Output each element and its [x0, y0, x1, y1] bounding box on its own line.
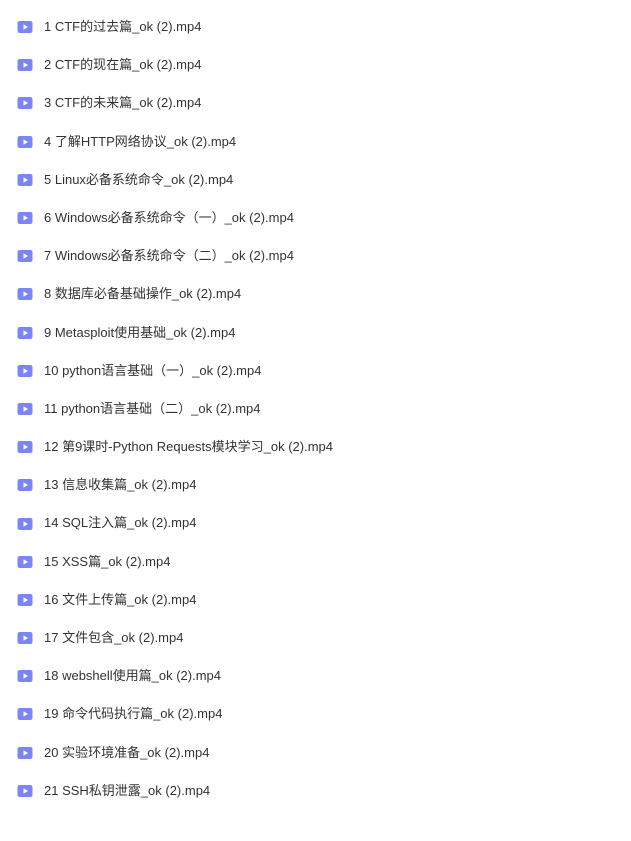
file-item[interactable]: 11 python语言基础（二）_ok (2).mp4: [0, 390, 631, 428]
file-name: 4 了解HTTP网络协议_ok (2).mp4: [44, 133, 236, 151]
file-item[interactable]: 3 CTF的未来篇_ok (2).mp4: [0, 84, 631, 122]
video-file-icon: [16, 285, 34, 303]
file-item[interactable]: 1 CTF的过去篇_ok (2).mp4: [0, 8, 631, 46]
file-name: 8 数据库必备基础操作_ok (2).mp4: [44, 285, 241, 303]
video-file-icon: [16, 400, 34, 418]
file-name: 11 python语言基础（二）_ok (2).mp4: [44, 400, 261, 418]
video-file-icon: [16, 705, 34, 723]
video-file-icon: [16, 362, 34, 380]
video-file-icon: [16, 438, 34, 456]
file-item[interactable]: 10 python语言基础（一）_ok (2).mp4: [0, 352, 631, 390]
file-name: 12 第9课时-Python Requests模块学习_ok (2).mp4: [44, 438, 333, 456]
file-item[interactable]: 5 Linux必备系统命令_ok (2).mp4: [0, 161, 631, 199]
video-file-icon: [16, 171, 34, 189]
video-file-icon: [16, 629, 34, 647]
video-file-icon: [16, 782, 34, 800]
file-name: 16 文件上传篇_ok (2).mp4: [44, 591, 196, 609]
file-item[interactable]: 8 数据库必备基础操作_ok (2).mp4: [0, 275, 631, 313]
file-item[interactable]: 4 了解HTTP网络协议_ok (2).mp4: [0, 123, 631, 161]
file-item[interactable]: 12 第9课时-Python Requests模块学习_ok (2).mp4: [0, 428, 631, 466]
file-name: 18 webshell使用篇_ok (2).mp4: [44, 667, 221, 685]
file-item[interactable]: 14 SQL注入篇_ok (2).mp4: [0, 504, 631, 542]
video-file-icon: [16, 324, 34, 342]
video-file-icon: [16, 667, 34, 685]
video-file-icon: [16, 553, 34, 571]
file-name: 13 信息收集篇_ok (2).mp4: [44, 476, 196, 494]
file-name: 5 Linux必备系统命令_ok (2).mp4: [44, 171, 233, 189]
file-list: 1 CTF的过去篇_ok (2).mp4 2 CTF的现在篇_ok (2).mp4…: [0, 8, 631, 810]
video-file-icon: [16, 18, 34, 36]
file-name: 17 文件包含_ok (2).mp4: [44, 629, 183, 647]
file-item[interactable]: 18 webshell使用篇_ok (2).mp4: [0, 657, 631, 695]
video-file-icon: [16, 209, 34, 227]
file-item[interactable]: 13 信息收集篇_ok (2).mp4: [0, 466, 631, 504]
file-name: 14 SQL注入篇_ok (2).mp4: [44, 514, 196, 532]
video-file-icon: [16, 56, 34, 74]
file-name: 1 CTF的过去篇_ok (2).mp4: [44, 18, 201, 36]
file-item[interactable]: 16 文件上传篇_ok (2).mp4: [0, 581, 631, 619]
file-name: 15 XSS篇_ok (2).mp4: [44, 553, 170, 571]
video-file-icon: [16, 247, 34, 265]
file-item[interactable]: 19 命令代码执行篇_ok (2).mp4: [0, 695, 631, 733]
video-file-icon: [16, 515, 34, 533]
file-item[interactable]: 15 XSS篇_ok (2).mp4: [0, 543, 631, 581]
file-name: 10 python语言基础（一）_ok (2).mp4: [44, 362, 261, 380]
file-item[interactable]: 6 Windows必备系统命令（一）_ok (2).mp4: [0, 199, 631, 237]
file-item[interactable]: 20 实验环境准备_ok (2).mp4: [0, 734, 631, 772]
video-file-icon: [16, 94, 34, 112]
file-name: 6 Windows必备系统命令（一）_ok (2).mp4: [44, 209, 294, 227]
file-item[interactable]: 9 Metasploit使用基础_ok (2).mp4: [0, 314, 631, 352]
video-file-icon: [16, 591, 34, 609]
file-name: 3 CTF的未来篇_ok (2).mp4: [44, 94, 201, 112]
file-item[interactable]: 21 SSH私钥泄露_ok (2).mp4: [0, 772, 631, 810]
file-name: 2 CTF的现在篇_ok (2).mp4: [44, 56, 201, 74]
file-item[interactable]: 7 Windows必备系统命令（二）_ok (2).mp4: [0, 237, 631, 275]
file-item[interactable]: 2 CTF的现在篇_ok (2).mp4: [0, 46, 631, 84]
file-name: 9 Metasploit使用基础_ok (2).mp4: [44, 324, 235, 342]
video-file-icon: [16, 476, 34, 494]
file-name: 20 实验环境准备_ok (2).mp4: [44, 744, 209, 762]
file-name: 19 命令代码执行篇_ok (2).mp4: [44, 705, 222, 723]
file-name: 7 Windows必备系统命令（二）_ok (2).mp4: [44, 247, 294, 265]
video-file-icon: [16, 744, 34, 762]
file-name: 21 SSH私钥泄露_ok (2).mp4: [44, 782, 210, 800]
video-file-icon: [16, 133, 34, 151]
file-item[interactable]: 17 文件包含_ok (2).mp4: [0, 619, 631, 657]
